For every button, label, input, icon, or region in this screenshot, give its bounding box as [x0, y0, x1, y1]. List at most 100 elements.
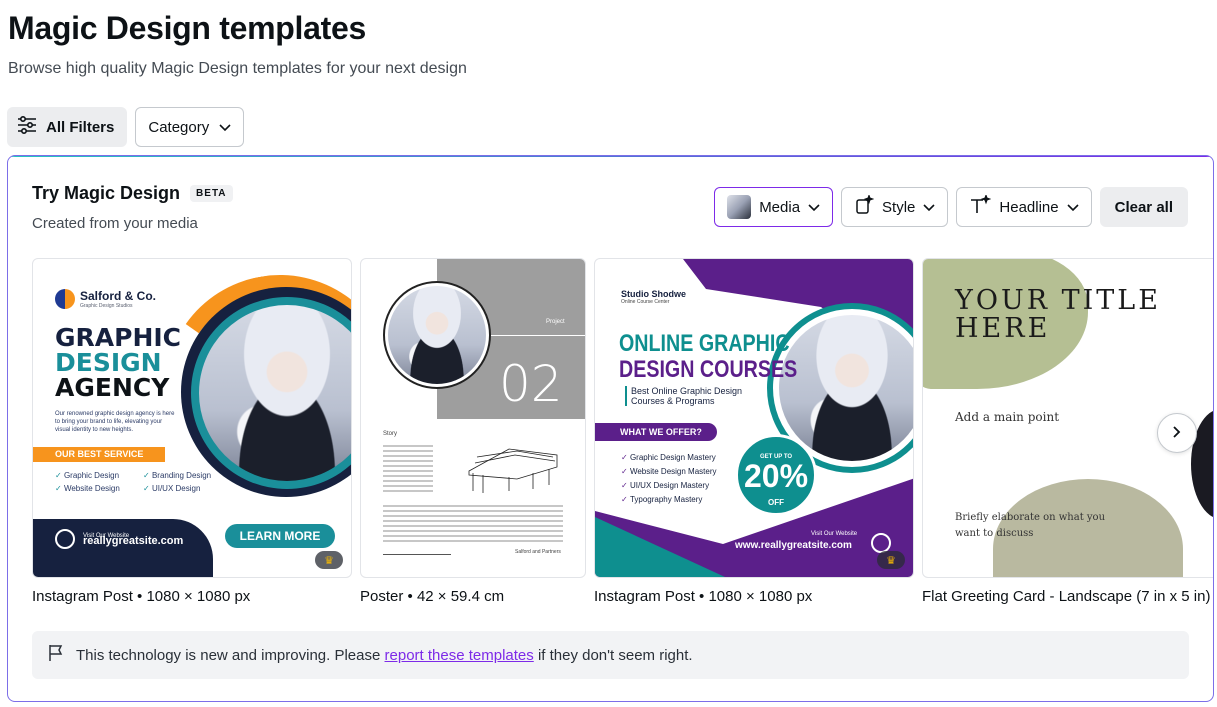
building-sketch-icon — [468, 448, 558, 493]
offer-item: Graphic Design Mastery — [621, 451, 717, 465]
main-point: Add a main point — [955, 410, 1060, 424]
service-banner: OUR BEST SERVICE — [33, 447, 165, 462]
template-subheadline: Best Online Graphic Design Courses & Pro… — [625, 386, 742, 406]
template-thumbnail[interactable]: Studio Shodwe Online Course Center ONLIN… — [594, 258, 914, 578]
style-label: Style — [882, 198, 916, 216]
template-thumbnail[interactable]: Project 02 Story Salford and Partners — [360, 258, 586, 578]
globe-icon — [871, 533, 891, 553]
offer-banner: WHAT WE OFFER? — [595, 423, 717, 441]
category-dropdown[interactable]: Category — [135, 107, 245, 147]
magic-style-icon — [854, 193, 875, 219]
template-card[interactable]: Studio Shodwe Online Course Center ONLIN… — [594, 258, 914, 605]
panel-controls: Media Style Headline Clear all — [714, 187, 1188, 227]
notice-text-before: This technology is new and improving. Pl… — [76, 646, 381, 664]
magic-design-panel: Try Magic Design BETA Created from your … — [7, 155, 1214, 702]
template-caption: Instagram Post • 1080 × 1080 px — [32, 588, 251, 605]
signature: Salford and Partners — [515, 549, 561, 555]
service-item: UI/UX Design — [143, 482, 223, 495]
clear-all-button[interactable]: Clear all — [1099, 187, 1188, 227]
notice-text-after: if they don't seem right. — [537, 646, 693, 664]
headline-label: Headline — [999, 198, 1059, 216]
brand: Salford & Co. Graphic Design Studios — [55, 289, 156, 309]
headline-line: GRAPHIC — [55, 323, 182, 352]
category-label: Category — [148, 118, 210, 136]
notice-text: This technology is new and improving. Pl… — [76, 647, 693, 664]
brand-tag: Graphic Design Studios — [80, 303, 133, 309]
beta-badge: BETA — [190, 185, 233, 202]
template-carousel: Salford & Co. Graphic Design Studios GRA… — [32, 258, 1214, 618]
panel-subtitle: Created from your media — [32, 215, 198, 232]
website-url: reallygreatsite.com — [83, 535, 184, 547]
crown-icon: ♛ — [315, 551, 343, 569]
portrait-image — [779, 315, 913, 461]
media-thumbnail — [727, 195, 752, 219]
template-thumbnail[interactable]: Salford & Co. Graphic Design Studios GRA… — [32, 258, 352, 578]
chevron-down-icon — [923, 199, 935, 216]
sliders-icon — [17, 115, 37, 138]
elaboration: Briefly elaborate on what you want to di… — [955, 510, 1105, 542]
learn-more-cta: LEARN MORE — [225, 524, 335, 548]
headline-line: ONLINE GRAPHIC — [619, 330, 790, 357]
elaboration-line: want to discuss — [955, 528, 1034, 539]
panel-title: Try Magic Design BETA — [32, 183, 233, 204]
style-dropdown[interactable]: Style — [841, 187, 949, 227]
all-filters-button[interactable]: All Filters — [7, 107, 128, 147]
magic-text-icon — [969, 193, 992, 219]
feedback-notice: This technology is new and improving. Pl… — [32, 631, 1189, 679]
panel-title-text: Try Magic Design — [32, 183, 181, 203]
visit-label: Visit Our Website — [811, 531, 858, 537]
signature-line — [383, 554, 451, 555]
body-text-lines — [383, 445, 433, 495]
service-item: Website Design — [55, 482, 143, 495]
chevron-down-icon — [219, 119, 231, 136]
website-url: www.reallygreatsite.com — [735, 540, 852, 551]
offer-item: UI/UX Design Mastery — [621, 479, 717, 493]
headline-line: AGENCY — [55, 373, 170, 402]
template-title: YOUR TITLE HERE — [955, 287, 1161, 343]
filter-bar: All Filters Category — [7, 107, 245, 147]
service-list: Graphic Design Branding Design Website D… — [55, 469, 223, 495]
all-filters-label: All Filters — [46, 118, 115, 136]
template-caption: Flat Greeting Card - Landscape (7 in x 5… — [922, 588, 1214, 605]
globe-icon — [55, 529, 75, 549]
title-line: HERE — [955, 313, 1051, 344]
offer-list: Graphic Design Mastery Website Design Ma… — [621, 451, 717, 507]
elaboration-line: Briefly elaborate on what you — [955, 512, 1106, 523]
service-item: Branding Design — [143, 469, 223, 482]
media-label: Media — [759, 198, 801, 216]
page-subtitle: Browse high quality Magic Design templat… — [8, 60, 467, 77]
chevron-down-icon — [808, 199, 820, 216]
chevron-down-icon — [1067, 199, 1079, 216]
headline-dropdown[interactable]: Headline — [956, 187, 1092, 227]
brand-name: Salford & Co. — [80, 289, 157, 303]
headline-line: DESIGN COURSES — [619, 356, 798, 383]
title-line: YOUR TITLE — [955, 285, 1161, 316]
offer-item: Website Design Mastery — [621, 465, 717, 479]
brand-name: Studio Shodwe — [621, 289, 686, 299]
portrait-image — [388, 286, 486, 384]
brand: Studio Shodwe Online Course Center — [621, 289, 686, 305]
page-title: Magic Design templates — [8, 10, 366, 46]
report-templates-link[interactable]: report these templates — [385, 647, 534, 664]
body-text-lines — [383, 505, 563, 545]
badge-percent: 20% — [743, 458, 809, 494]
media-dropdown[interactable]: Media — [714, 187, 834, 227]
brand-logo-icon — [55, 289, 75, 309]
template-card[interactable]: Project 02 Story Salford and Partners Po… — [360, 258, 586, 605]
chevron-right-icon — [1173, 425, 1181, 441]
story-label: Story — [383, 431, 398, 437]
template-headline: ONLINE GRAPHIC DESIGN COURSES — [619, 331, 797, 383]
subheadline-line: Best Online Graphic Design — [631, 386, 743, 396]
template-card[interactable]: Salford & Co. Graphic Design Studios GRA… — [32, 258, 352, 605]
project-label: Project — [546, 319, 565, 325]
portrait-frame — [383, 281, 491, 389]
crown-icon: ♛ — [877, 551, 905, 569]
template-caption: Instagram Post • 1080 × 1080 px — [594, 588, 813, 605]
flag-icon — [48, 644, 64, 666]
project-number: 02 — [499, 355, 563, 413]
subheadline-line: Courses & Programs — [631, 396, 715, 406]
template-caption: Poster • 42 × 59.4 cm — [360, 588, 505, 605]
carousel-next-button[interactable] — [1157, 413, 1197, 453]
service-item: Graphic Design — [55, 469, 143, 482]
badge-off: OFF — [768, 498, 784, 507]
